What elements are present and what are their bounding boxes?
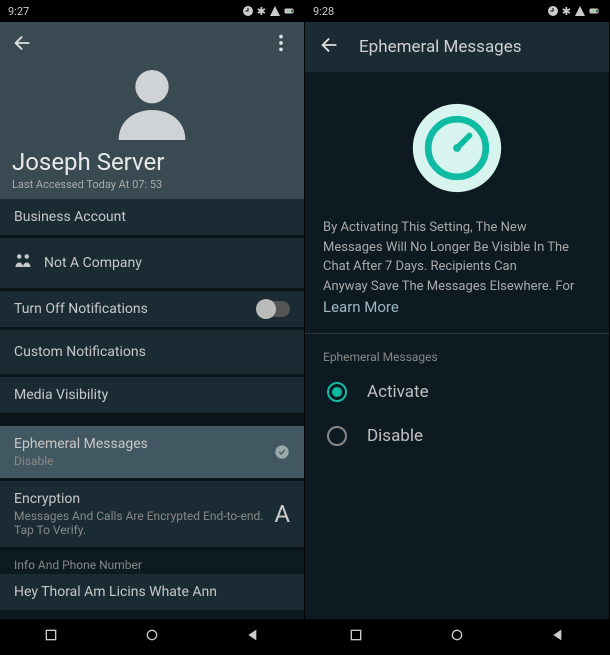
- encryption-row[interactable]: Encryption Messages And Calls Are Encryp…: [0, 481, 304, 550]
- business-account-label: Business Account: [14, 209, 126, 225]
- status-icons: ✱: [547, 5, 601, 18]
- not-company-label: Not A Company: [44, 255, 142, 271]
- timer-hero-icon: [305, 72, 609, 218]
- appbar-title: Ephemeral Messages: [359, 37, 522, 57]
- info-text: Hey Thoral Am Licins Whate Ann: [14, 584, 217, 600]
- radio-label: Disable: [367, 426, 423, 446]
- back-icon[interactable]: [12, 32, 34, 58]
- status-bar: 9:28 ✱: [305, 0, 609, 22]
- nav-home-icon[interactable]: [144, 627, 160, 647]
- desc-line: By Activating This Setting, The New: [323, 220, 527, 235]
- back-icon[interactable]: [319, 34, 341, 60]
- check-icon: [274, 444, 290, 460]
- info-section-label: Info And Phone Number: [0, 550, 304, 574]
- radio-disable[interactable]: Disable: [305, 414, 609, 458]
- nav-home-icon[interactable]: [449, 627, 465, 647]
- nav-recents-icon[interactable]: [348, 627, 364, 647]
- notifications-row[interactable]: Turn Off Notifications: [0, 291, 304, 330]
- android-nav-bar: [0, 619, 304, 655]
- desc-line: Anyway Save The Messages Elsewhere. For: [323, 279, 574, 294]
- company-icon: [14, 252, 32, 274]
- custom-notifications-label: Custom Notifications: [14, 344, 146, 360]
- divider: [305, 333, 609, 334]
- custom-notifications-row[interactable]: Custom Notifications: [0, 330, 304, 377]
- desc-line: Chat After 7 Days. Recipients Can: [323, 259, 517, 274]
- android-nav-bar: [305, 619, 609, 655]
- info-text-row[interactable]: Hey Thoral Am Licins Whate Ann: [0, 574, 304, 610]
- status-time: 9:27: [8, 5, 29, 18]
- radio-icon: [327, 382, 347, 402]
- notifications-label: Turn Off Notifications: [14, 301, 148, 317]
- radio-label: Activate: [367, 382, 429, 402]
- desc-line: Messages Will No Longer Be Visible In Th…: [323, 240, 569, 255]
- status-time: 9:28: [313, 5, 334, 18]
- business-account-row: Business Account: [0, 199, 304, 238]
- media-visibility-row[interactable]: Media Visibility: [0, 377, 304, 416]
- encryption-trailing: A: [274, 500, 290, 528]
- ephemeral-title: Ephemeral Messages: [14, 436, 148, 452]
- menu-icon[interactable]: [270, 32, 292, 58]
- nav-recents-icon[interactable]: [43, 627, 59, 647]
- last-seen: Last Accessed Today At 07: 53: [12, 178, 292, 191]
- contact-name: Joseph Server: [12, 148, 292, 176]
- avatar[interactable]: [12, 60, 292, 144]
- media-visibility-label: Media Visibility: [14, 387, 108, 403]
- contact-info-screen: 9:27 ✱ Joseph Server Last Accessed Today…: [0, 0, 305, 655]
- description: By Activating This Setting, The New Mess…: [305, 218, 609, 327]
- ephemeral-settings-screen: 9:28 ✱ Ephemeral Messages By Activating …: [305, 0, 610, 655]
- encryption-sub: Messages And Calls Are Encrypted End-to-…: [14, 509, 274, 537]
- contact-header: Joseph Server Last Accessed Today At 07:…: [0, 22, 304, 199]
- nav-back-icon[interactable]: [550, 627, 566, 647]
- not-company-row[interactable]: Not A Company: [0, 238, 304, 291]
- options-header: Ephemeral Messages: [305, 340, 609, 370]
- nav-back-icon[interactable]: [245, 627, 261, 647]
- status-bar: 9:27 ✱: [0, 0, 304, 22]
- ephemeral-state: Disable: [14, 454, 148, 468]
- notifications-toggle[interactable]: [258, 301, 290, 317]
- encryption-title: Encryption: [14, 491, 80, 507]
- app-bar: Ephemeral Messages: [305, 22, 609, 72]
- ephemeral-messages-row[interactable]: Ephemeral Messages Disable: [0, 426, 304, 481]
- radio-icon: [327, 426, 347, 446]
- status-icons: ✱: [242, 5, 296, 18]
- learn-more-link[interactable]: Learn More: [323, 298, 399, 316]
- radio-activate[interactable]: Activate: [305, 370, 609, 414]
- divider: [0, 416, 304, 426]
